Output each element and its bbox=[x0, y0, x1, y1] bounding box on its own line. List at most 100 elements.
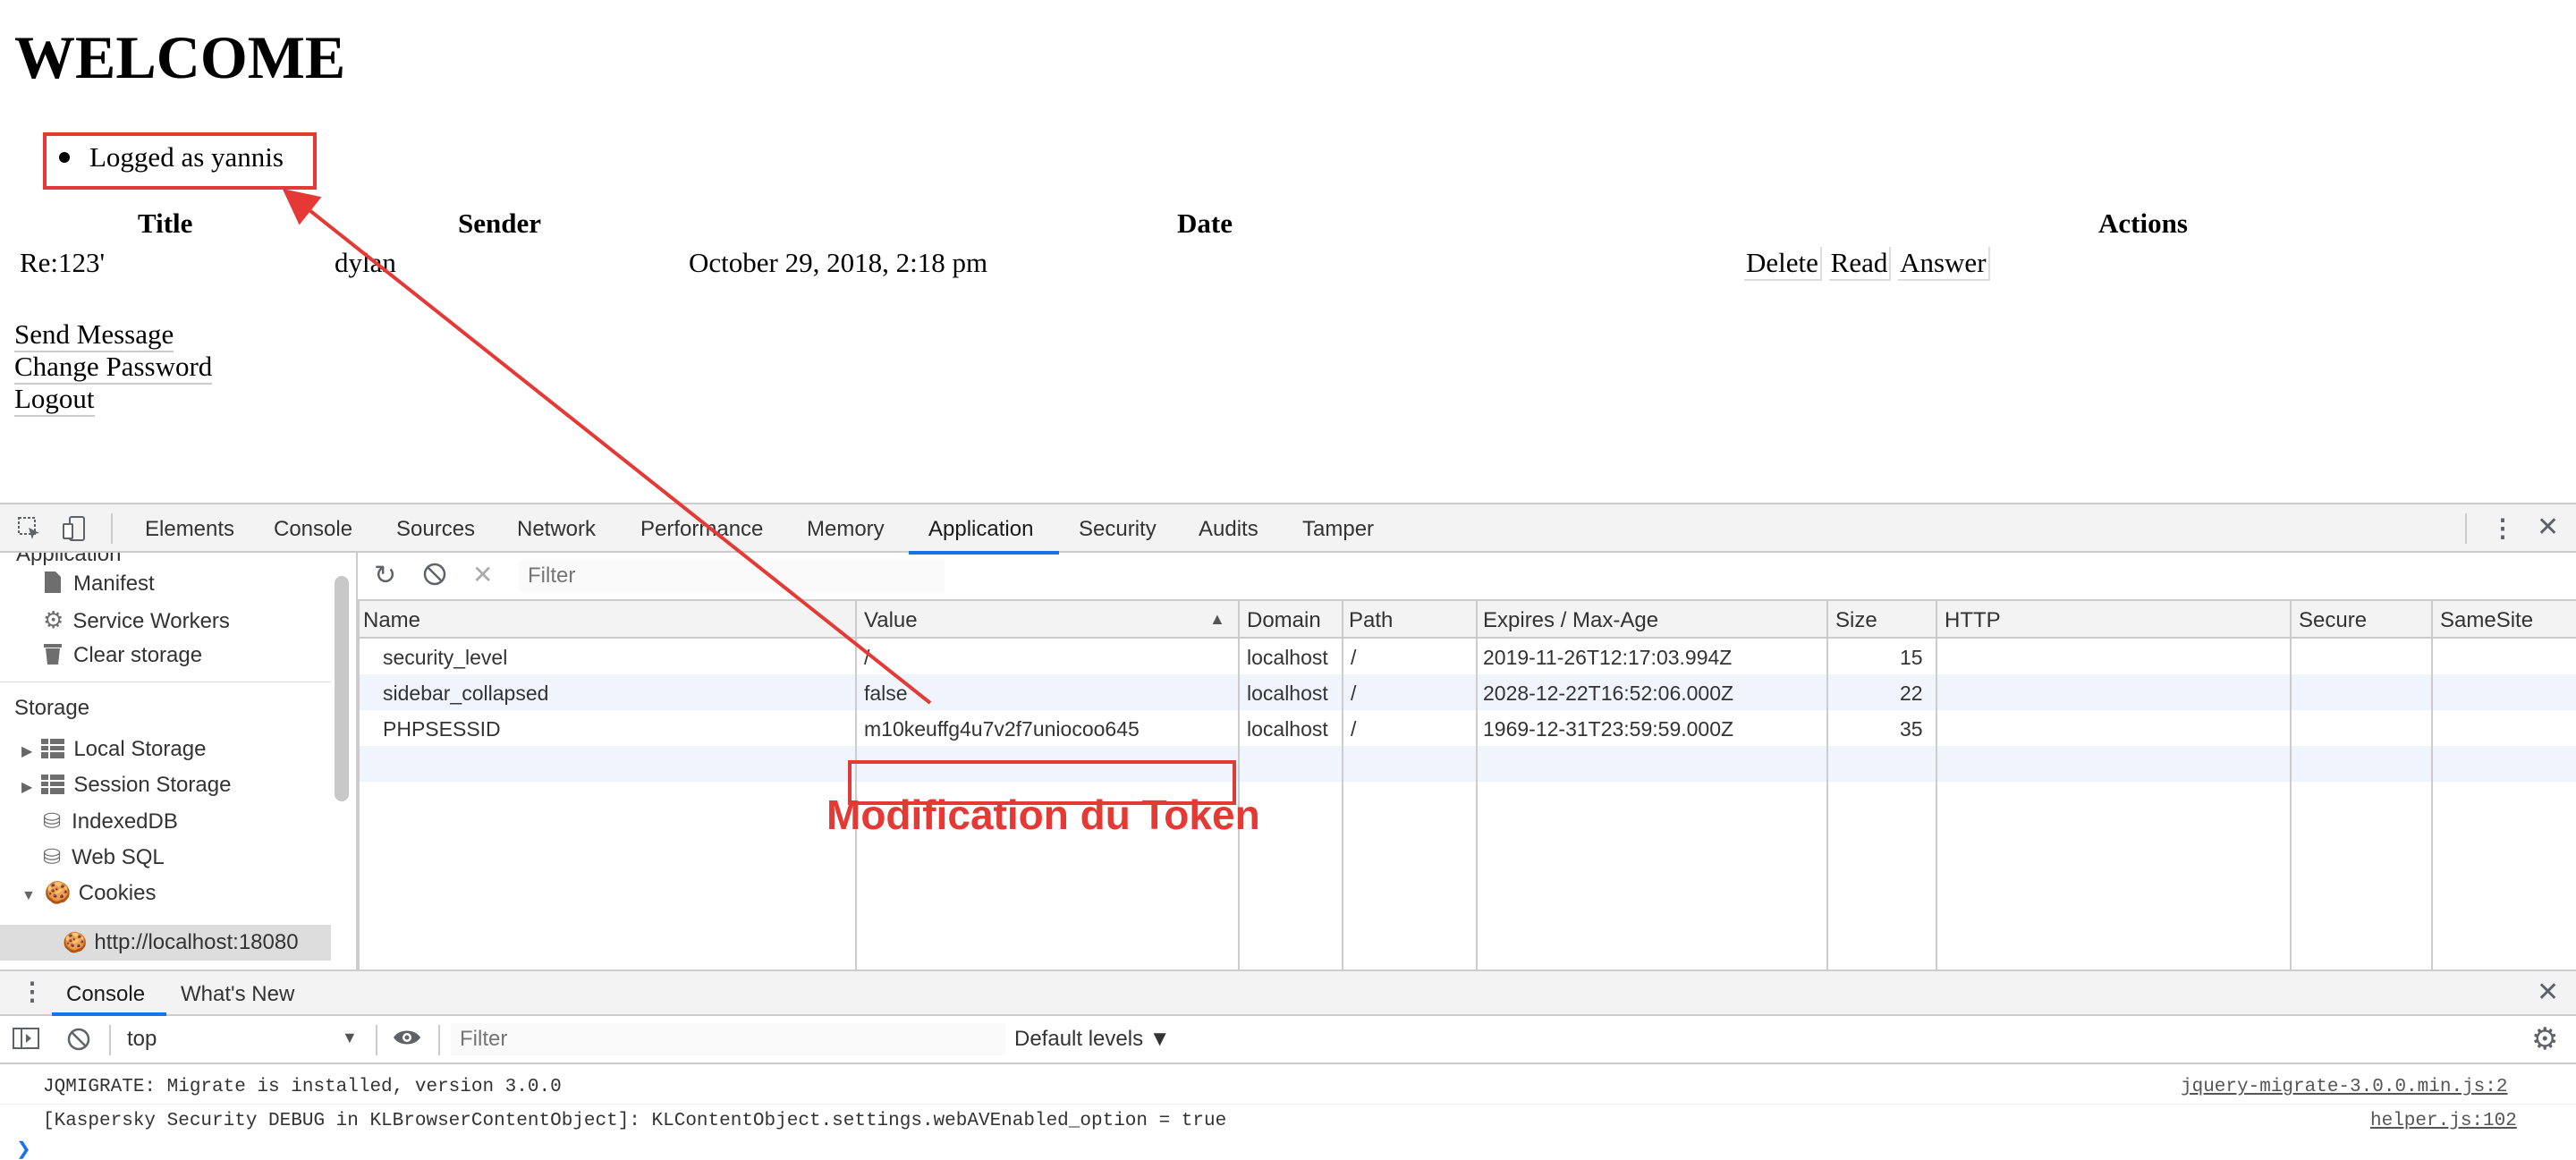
tab-tamper[interactable]: Tamper bbox=[1302, 517, 1374, 542]
table-row[interactable]: sidebar_collapsed false localhost / 2028… bbox=[358, 674, 2576, 710]
message-actions: Delete Read Answer bbox=[1744, 247, 1990, 281]
console-prompt-icon[interactable]: ❯ bbox=[16, 1138, 31, 1160]
column-divider bbox=[2290, 601, 2292, 969]
cookie-expires: 2019-11-26T12:17:03.994Z bbox=[1483, 646, 1733, 669]
file-icon bbox=[45, 572, 61, 593]
expand-arrow-icon[interactable]: ▶ bbox=[21, 780, 32, 795]
console-source-link[interactable]: jquery-migrate-3.0.0.min.js:2 bbox=[2181, 1077, 2507, 1097]
read-button[interactable]: Read bbox=[1828, 247, 1892, 281]
web-page: WELCOME Logged as yannis Title Sender Da… bbox=[0, 0, 2576, 503]
devtools-panel: Elements Console Sources Network Perform… bbox=[0, 503, 2576, 1159]
tab-security[interactable]: Security bbox=[1079, 517, 1157, 542]
tab-elements[interactable]: Elements bbox=[145, 517, 234, 542]
expand-arrow-icon[interactable]: ▶ bbox=[21, 744, 32, 759]
log-levels-dropdown[interactable]: Default levels ▼ bbox=[1014, 1027, 1171, 1052]
sidebar-toggle-icon[interactable] bbox=[13, 1027, 39, 1056]
tab-console[interactable]: Console bbox=[274, 517, 352, 542]
close-devtools-icon[interactable]: ✕ bbox=[2537, 512, 2559, 543]
cookie-path: / bbox=[1351, 646, 1357, 669]
cookies-filter-input[interactable] bbox=[519, 560, 945, 592]
cookie-expires: 2028-12-22T16:52:06.000Z bbox=[1483, 682, 1734, 705]
sidebar-scrollbar[interactable] bbox=[335, 576, 349, 801]
close-drawer-icon[interactable]: ✕ bbox=[2537, 977, 2559, 1008]
database-icon: ⛁ bbox=[43, 845, 62, 869]
toolbar-divider bbox=[109, 1025, 111, 1055]
sidebar-item-service-workers[interactable]: ⚙ Service Workers bbox=[43, 606, 230, 634]
tab-network[interactable]: Network bbox=[517, 517, 596, 542]
tab-application[interactable]: Application bbox=[928, 517, 1033, 542]
refresh-icon[interactable]: ↻ bbox=[374, 560, 396, 591]
column-http[interactable]: HTTP bbox=[1945, 608, 2001, 633]
cookie-value: / bbox=[864, 646, 870, 669]
cookie-name: PHPSESSID bbox=[383, 717, 501, 741]
column-size[interactable]: Size bbox=[1835, 608, 1877, 633]
table-row[interactable]: security_level / localhost / 2019-11-26T… bbox=[358, 639, 2576, 674]
clear-console-icon[interactable] bbox=[66, 1027, 91, 1058]
bullet-icon bbox=[59, 152, 70, 163]
cookie-size: 15 bbox=[1900, 646, 1923, 669]
collapse-arrow-icon[interactable]: ▼ bbox=[21, 888, 36, 903]
column-divider bbox=[2431, 601, 2433, 969]
clear-all-icon[interactable] bbox=[422, 562, 447, 593]
sidebar-item-cookie-origin[interactable]: 🍪 http://localhost:18080 bbox=[63, 930, 299, 955]
trash-icon bbox=[44, 644, 62, 665]
tab-performance[interactable]: Performance bbox=[640, 517, 763, 542]
cookie-domain: localhost bbox=[1247, 646, 1328, 669]
console-source-link[interactable]: helper.js:102 bbox=[2370, 1111, 2517, 1131]
sidebar-item-manifest[interactable]: Manifest bbox=[43, 571, 155, 597]
tab-memory[interactable]: Memory bbox=[807, 517, 885, 542]
message-date: October 29, 2018, 2:18 pm bbox=[689, 247, 988, 278]
table-row[interactable]: PHPSESSID m10keuffg4u7v2f7uniocoo645 loc… bbox=[358, 710, 2576, 746]
sidebar-item-clear-storage[interactable]: Clear storage bbox=[43, 642, 202, 668]
sidebar-section-application: Application bbox=[16, 553, 122, 566]
column-divider bbox=[1342, 601, 1343, 969]
sidebar-item-local-storage[interactable]: ▶ Local Storage bbox=[21, 737, 206, 762]
table-row-empty bbox=[358, 746, 2576, 782]
column-path[interactable]: Path bbox=[1349, 608, 1393, 633]
more-options-icon[interactable]: ⋮ bbox=[2490, 513, 2515, 543]
drawer-tab-bar: ⋮ Console What's New ✕ bbox=[0, 969, 2576, 1016]
drawer-tab-console[interactable]: Console bbox=[66, 982, 145, 1007]
annotation-label: Modification du Token bbox=[826, 792, 1260, 838]
cookie-size: 22 bbox=[1900, 682, 1923, 705]
device-toolbar-icon[interactable] bbox=[61, 515, 88, 548]
cookie-value: false bbox=[864, 682, 908, 705]
message-sender: dylan bbox=[335, 247, 396, 278]
sidebar-item-indexeddb[interactable]: ⛁ IndexedDB bbox=[43, 809, 178, 834]
tab-sources[interactable]: Sources bbox=[396, 517, 475, 542]
cookie-domain: localhost bbox=[1247, 682, 1328, 705]
gear-icon: ⚙ bbox=[43, 606, 64, 633]
sidebar-item-session-storage[interactable]: ▶ Session Storage bbox=[21, 773, 231, 798]
change-password-button[interactable]: Change Password bbox=[14, 351, 213, 385]
column-value[interactable]: Value bbox=[864, 608, 918, 633]
delete-selected-icon[interactable]: ✕ bbox=[472, 560, 493, 589]
column-domain[interactable]: Domain bbox=[1247, 608, 1321, 633]
delete-button[interactable]: Delete bbox=[1744, 247, 1822, 281]
context-selector[interactable]: top ▼ bbox=[127, 1027, 363, 1054]
column-name[interactable]: Name bbox=[363, 608, 420, 633]
tab-audits[interactable]: Audits bbox=[1199, 517, 1258, 542]
logout-button[interactable]: Logout bbox=[14, 383, 95, 417]
console-filter-input[interactable] bbox=[451, 1023, 1005, 1055]
console-toolbar: top ▼ Default levels ▼ ⚙ bbox=[0, 1016, 2576, 1064]
send-message-button[interactable]: Send Message bbox=[14, 318, 174, 352]
answer-button[interactable]: Answer bbox=[1898, 247, 1990, 281]
column-samesite[interactable]: SameSite bbox=[2440, 608, 2533, 633]
eye-icon[interactable] bbox=[392, 1025, 422, 1057]
header-date: Date bbox=[1177, 207, 1233, 239]
dropdown-arrow-icon: ▼ bbox=[342, 1029, 358, 1046]
console-message: JQMIGRATE: Migrate is installed, version… bbox=[43, 1077, 562, 1097]
sidebar-item-web-sql[interactable]: ⛁ Web SQL bbox=[43, 844, 165, 870]
grid-icon bbox=[41, 775, 65, 794]
inspect-element-icon[interactable] bbox=[16, 515, 43, 548]
cookies-toolbar: ↻ ✕ bbox=[358, 553, 2576, 601]
devtools-tab-bar: Elements Console Sources Network Perform… bbox=[0, 503, 2576, 555]
sidebar-item-cookies[interactable]: ▼ 🍪 Cookies bbox=[21, 880, 156, 906]
drawer-menu-icon[interactable]: ⋮ bbox=[20, 977, 45, 1006]
logged-list-item: Logged as yannis bbox=[54, 141, 284, 174]
column-expires[interactable]: Expires / Max-Age bbox=[1483, 608, 1658, 633]
drawer-tab-whats-new[interactable]: What's New bbox=[181, 982, 294, 1007]
settings-gear-icon[interactable]: ⚙ bbox=[2531, 1021, 2558, 1057]
column-secure[interactable]: Secure bbox=[2299, 608, 2367, 633]
cookie-icon: 🍪 bbox=[44, 881, 72, 905]
